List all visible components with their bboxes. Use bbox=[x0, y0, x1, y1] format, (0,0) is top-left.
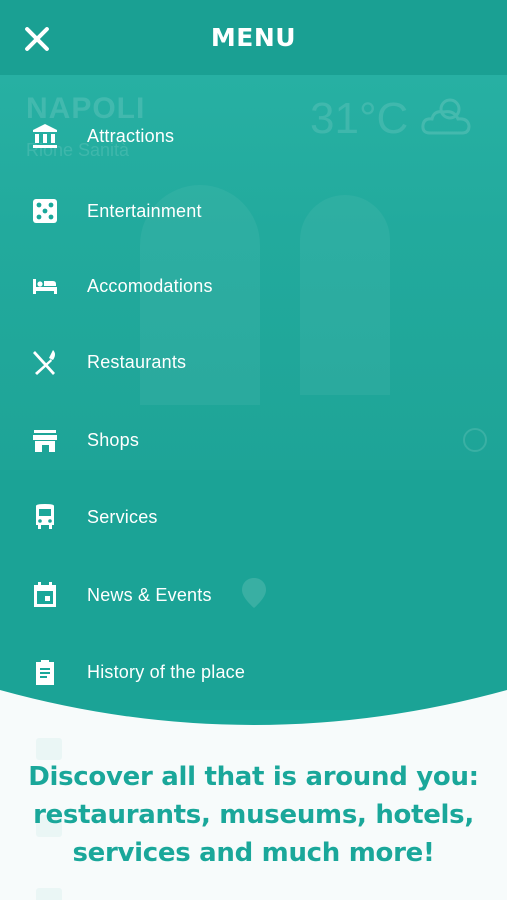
promo-panel: Discover all that is around you: restaur… bbox=[0, 680, 507, 900]
menu-item-label: Restaurants bbox=[87, 351, 187, 372]
menu-title: MENU bbox=[210, 23, 297, 52]
fork-knife-icon bbox=[31, 348, 59, 376]
menu-item-label: Attractions bbox=[87, 125, 175, 146]
menu-item-label: Entertainment bbox=[87, 200, 202, 221]
menu-item-news-events[interactable]: News & Events bbox=[0, 565, 507, 625]
museum-icon bbox=[31, 122, 59, 150]
dice-icon bbox=[31, 197, 59, 225]
promo-line: restaurants, museums, hotels, bbox=[33, 800, 474, 830]
menu-item-label: Shops bbox=[87, 429, 140, 450]
menu-item-services[interactable]: Services bbox=[0, 487, 507, 547]
menu-item-label: Services bbox=[87, 506, 158, 527]
ghost-icon bbox=[36, 738, 62, 760]
promo-line: Discover all that is around you: bbox=[28, 762, 479, 792]
menu-item-accomodations[interactable]: Accomodations bbox=[0, 256, 507, 316]
calendar-icon bbox=[31, 581, 59, 609]
close-icon[interactable] bbox=[22, 24, 52, 54]
menu-item-entertainment[interactable]: Entertainment bbox=[0, 181, 507, 241]
promo-text: Discover all that is around you: restaur… bbox=[0, 758, 507, 872]
menu-item-label: News & Events bbox=[87, 584, 212, 605]
store-icon bbox=[31, 426, 59, 454]
promo-line: services and much more! bbox=[72, 838, 435, 868]
bed-icon bbox=[31, 272, 59, 300]
menu-item-label: Accomodations bbox=[87, 275, 213, 296]
ghost-icon bbox=[36, 888, 62, 900]
bus-icon bbox=[31, 503, 59, 531]
menu-item-restaurants[interactable]: Restaurants bbox=[0, 332, 507, 392]
menu-item-attractions[interactable]: Attractions bbox=[0, 106, 507, 166]
menu-item-shops[interactable]: Shops bbox=[0, 410, 507, 470]
menu-header: MENU bbox=[0, 0, 507, 75]
